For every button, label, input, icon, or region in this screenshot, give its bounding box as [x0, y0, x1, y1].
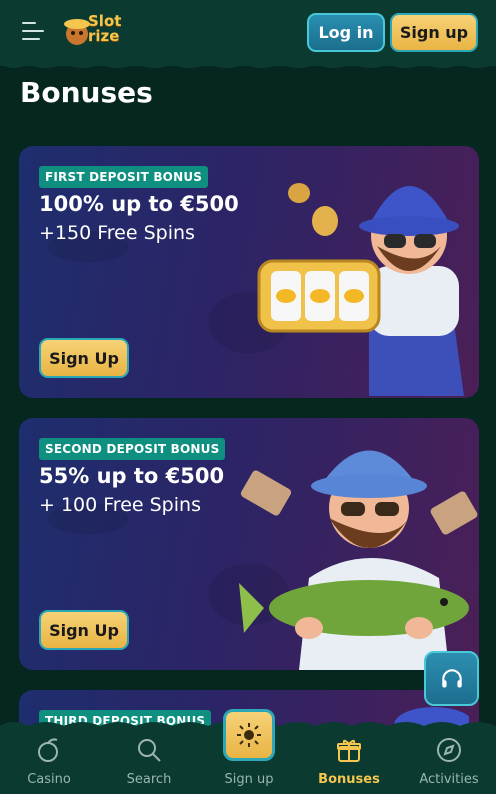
- fisherman-fish-illustration: [239, 450, 478, 670]
- bonus-headline: 100% up to €500: [39, 192, 239, 216]
- bonus-badge: SECOND DEPOSIT BONUS: [39, 438, 226, 460]
- nav-label: Activities: [419, 772, 479, 787]
- nav-item-search[interactable]: Search: [104, 736, 194, 792]
- nav-item-activities[interactable]: Activities: [404, 736, 494, 792]
- bonus-card-second[interactable]: SECOND DEPOSIT BONUS 55% up to €500 + 10…: [19, 418, 479, 670]
- sun-icon: [237, 723, 261, 747]
- bonus-signup-button[interactable]: Sign Up: [39, 610, 129, 650]
- header-wave-divider: [0, 58, 496, 68]
- fisherman-slot-illustration: [257, 183, 464, 396]
- nav-item-bonuses[interactable]: Bonuses: [304, 736, 394, 792]
- bonus-card-first[interactable]: FIRST DEPOSIT BONUS 100% up to €500 +150…: [19, 146, 479, 398]
- hamburger-menu-icon[interactable]: [22, 22, 46, 42]
- bonus-signup-button[interactable]: Sign Up: [39, 338, 129, 378]
- headphones-icon: [441, 668, 462, 688]
- signup-button[interactable]: Sign up: [390, 13, 478, 52]
- nav-label-signup: Sign up: [224, 772, 274, 787]
- bonus-badge: FIRST DEPOSIT BONUS: [39, 166, 209, 188]
- casino-icon: [38, 738, 58, 762]
- search-icon: [138, 739, 161, 762]
- logo-text: Slot rize: [88, 12, 122, 45]
- compass-icon: [437, 738, 461, 762]
- nav-item-signup[interactable]: [223, 709, 275, 761]
- nav-label: Search: [126, 772, 172, 787]
- gift-icon: [337, 739, 361, 762]
- bonus-subline: + 100 Free Spins: [39, 494, 201, 516]
- nav-label: Bonuses: [318, 772, 380, 787]
- top-header: Slot rize Log in Sign up: [0, 0, 496, 66]
- nav-item-casino[interactable]: Casino: [4, 736, 94, 792]
- bonus-subline: +150 Free Spins: [39, 222, 195, 244]
- page-title: Bonuses: [20, 76, 153, 109]
- support-chat-button[interactable]: [424, 651, 479, 706]
- slotrize-logo[interactable]: Slot rize: [60, 14, 130, 48]
- bonus-headline: 55% up to €500: [39, 464, 225, 488]
- nav-label: Casino: [27, 772, 71, 787]
- login-button[interactable]: Log in: [307, 13, 385, 52]
